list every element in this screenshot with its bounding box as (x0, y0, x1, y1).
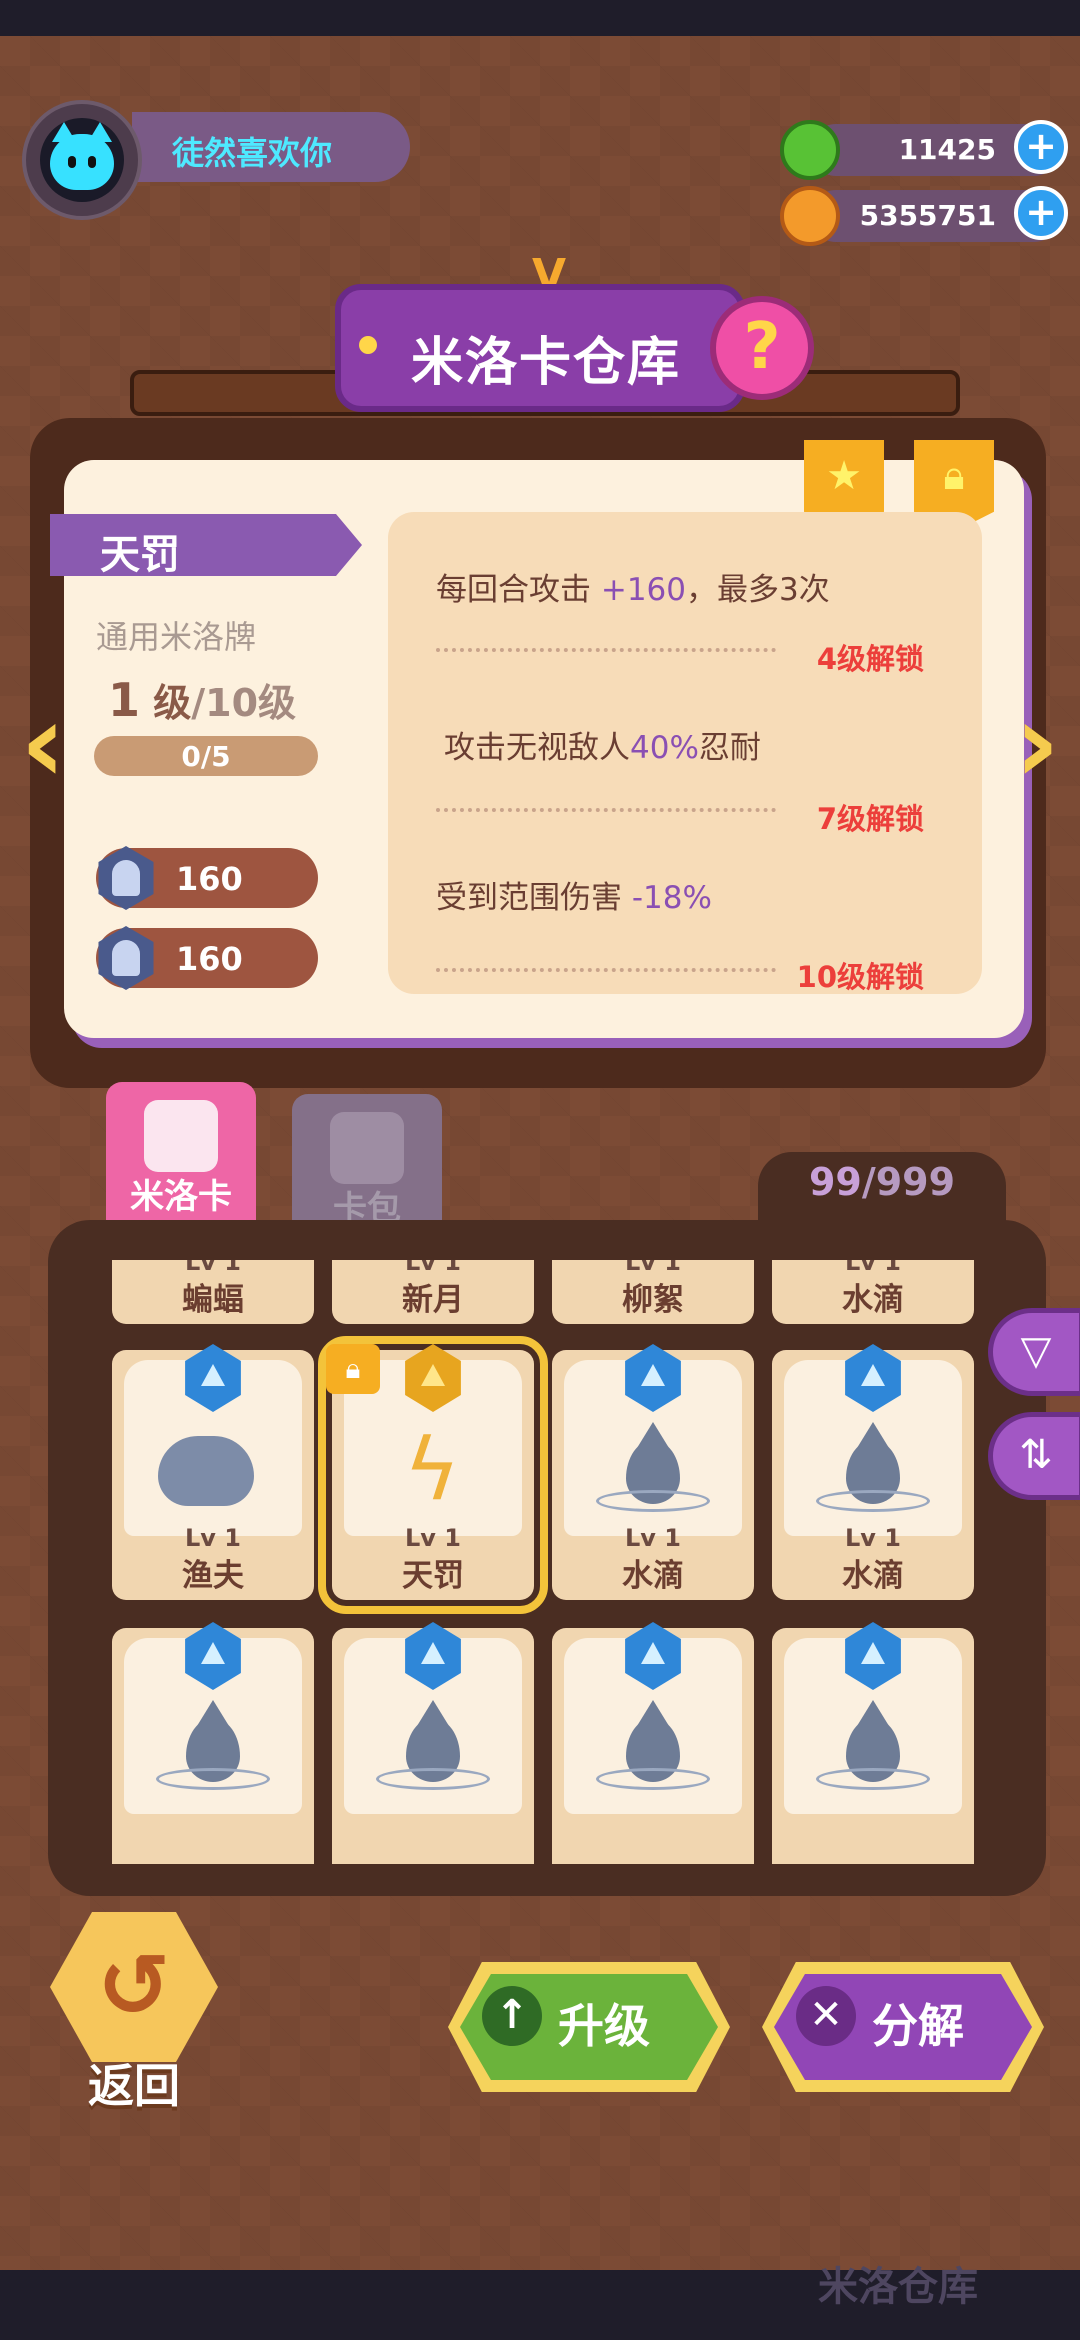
card-grid[interactable]: Lv 1 蝙蝠 Lv 1 新月 Lv 1 柳絮 Lv 1 水滴 Lv 1 渔夫 … (112, 1260, 982, 1864)
avatar[interactable] (22, 100, 142, 220)
card-tile-name: 天罚 (402, 1558, 464, 1594)
upgrade-label: 升级 (558, 1999, 650, 2053)
x-icon: ✕ (796, 1986, 856, 2046)
tab-card-pack[interactable]: 卡包 (292, 1094, 442, 1238)
card-name: 天罚 (100, 532, 180, 578)
player-profile[interactable]: 徒然喜欢你 (22, 100, 410, 220)
card-tile-name: 蝙蝠 (182, 1282, 244, 1318)
card-tile[interactable] (552, 1622, 754, 1864)
card-tile-name: 新月 (402, 1282, 464, 1318)
level-progress-bar: 0/5 (94, 736, 318, 776)
tab-label: 米洛卡 (130, 1177, 232, 1217)
card-tile-selected[interactable]: 🔒︎ ϟ Lv 1 天罚 (318, 1336, 548, 1614)
back-label: 返回 (88, 2059, 180, 2113)
card-tile-level: Lv 1 (845, 1524, 901, 1552)
upgrade-button[interactable]: ↑ 升级 (448, 1962, 730, 2092)
progress-text: 0/5 (181, 740, 231, 773)
stat-row: 160 (96, 846, 318, 910)
skill-text: 受到范围伤害 -18% (436, 880, 712, 916)
card-tile-name: 水滴 (842, 1282, 904, 1318)
decompose-button[interactable]: ✕ 分解 (762, 1962, 1044, 2092)
skill-unlock-label: 10级解锁 (796, 960, 924, 994)
currency-green: 11425 + (780, 120, 1068, 180)
card-tile[interactable] (112, 1622, 314, 1864)
footer-ghost-text: 米洛仓库 (818, 2264, 978, 2310)
currency-coin: 5355751 + (780, 186, 1068, 246)
back-button[interactable]: ↺ 返回 (44, 1912, 224, 2113)
card-tile[interactable] (772, 1622, 974, 1864)
page-title: 米洛卡仓库 (411, 333, 682, 393)
card-tile-name: 水滴 (622, 1558, 684, 1594)
dotted-divider (436, 648, 776, 652)
player-name: 徒然喜欢你 (172, 134, 333, 172)
sort-button[interactable]: ⇅ (988, 1412, 1080, 1500)
card-tile-level: Lv 1 (185, 1524, 241, 1552)
card-tile-name: 柳絮 (622, 1282, 684, 1318)
next-card-arrow-icon[interactable]: › (998, 688, 1076, 798)
card-tile[interactable]: Lv 1 新月 (332, 1260, 534, 1324)
dotted-divider (436, 808, 776, 812)
help-button[interactable]: ? (710, 296, 814, 400)
card-level: 1 级/10级 (108, 672, 296, 727)
card-tile[interactable]: Lv 1 蝙蝠 (112, 1260, 314, 1324)
skill-unlock-label: 4级解锁 (816, 642, 924, 676)
dotted-divider (436, 968, 776, 972)
card-name-tag: 天罚 (50, 514, 362, 578)
currency-coin-value: 5355751 (859, 199, 996, 232)
skill-unlock-label: 7级解锁 (816, 802, 924, 836)
title-banner: 米洛卡仓库 (335, 284, 745, 412)
card-tile[interactable]: Lv 1 水滴 (552, 1344, 754, 1600)
card-tile[interactable] (332, 1622, 534, 1864)
card-tile[interactable]: Lv 1 水滴 (772, 1260, 974, 1324)
add-coin-currency-button[interactable]: + (1014, 186, 1068, 240)
card-level-max: /10级 (191, 681, 297, 725)
card-level-unit: 级 (153, 681, 192, 725)
cat-avatar-icon (40, 118, 124, 202)
card-tile-level: Lv 1 (405, 1524, 461, 1552)
previous-card-arrow-icon[interactable]: ‹ (4, 688, 82, 798)
planet-coin-icon (780, 186, 840, 246)
skill-text: 每回合攻击 +160，最多3次 (436, 572, 830, 608)
card-level-current: 1 (108, 673, 141, 727)
currency-green-value: 11425 (898, 133, 996, 166)
paw-card-icon (144, 1100, 218, 1172)
inventory-count-value: 99 (808, 1160, 862, 1204)
stat-row: 160 (96, 926, 318, 990)
player-name-pill: 徒然喜欢你 (132, 112, 410, 182)
inventory-capacity: /999 (861, 1160, 956, 1204)
add-green-currency-button[interactable]: + (1014, 120, 1068, 174)
return-arrow-icon: ↺ (50, 1912, 218, 2062)
skill-text: 攻击无视敌人40%忍耐 (444, 730, 761, 766)
stat-value: 160 (176, 860, 243, 898)
stat-value: 160 (176, 940, 243, 978)
up-arrow-icon: ↑ (482, 1986, 542, 2046)
status-bar (0, 0, 1080, 36)
card-tile[interactable]: Lv 1 柳絮 (552, 1260, 754, 1324)
card-tile-level: Lv 1 (625, 1524, 681, 1552)
filter-button[interactable]: ▽ (988, 1308, 1080, 1396)
card-pack-icon (330, 1112, 404, 1184)
card-tile-name: 渔夫 (182, 1558, 244, 1594)
card-tile[interactable]: Lv 1 水滴 (772, 1344, 974, 1600)
skill-list: 每回合攻击 +160，最多3次 4级解锁 攻击无视敌人40%忍耐 7级解锁 受到… (388, 512, 982, 994)
card-tile[interactable]: Lv 1 渔夫 (112, 1344, 314, 1600)
lightning-icon: ϟ (403, 1420, 461, 1520)
green-gem-icon (780, 120, 840, 180)
fisher-cat-icon (158, 1436, 254, 1506)
card-tile-name: 水滴 (842, 1558, 904, 1594)
decompose-label: 分解 (872, 1999, 964, 2053)
card-type: 通用米洛牌 (96, 618, 257, 656)
tab-milo-card[interactable]: 米洛卡 (106, 1082, 256, 1226)
lock-chip-icon: 🔒︎ (326, 1344, 380, 1394)
